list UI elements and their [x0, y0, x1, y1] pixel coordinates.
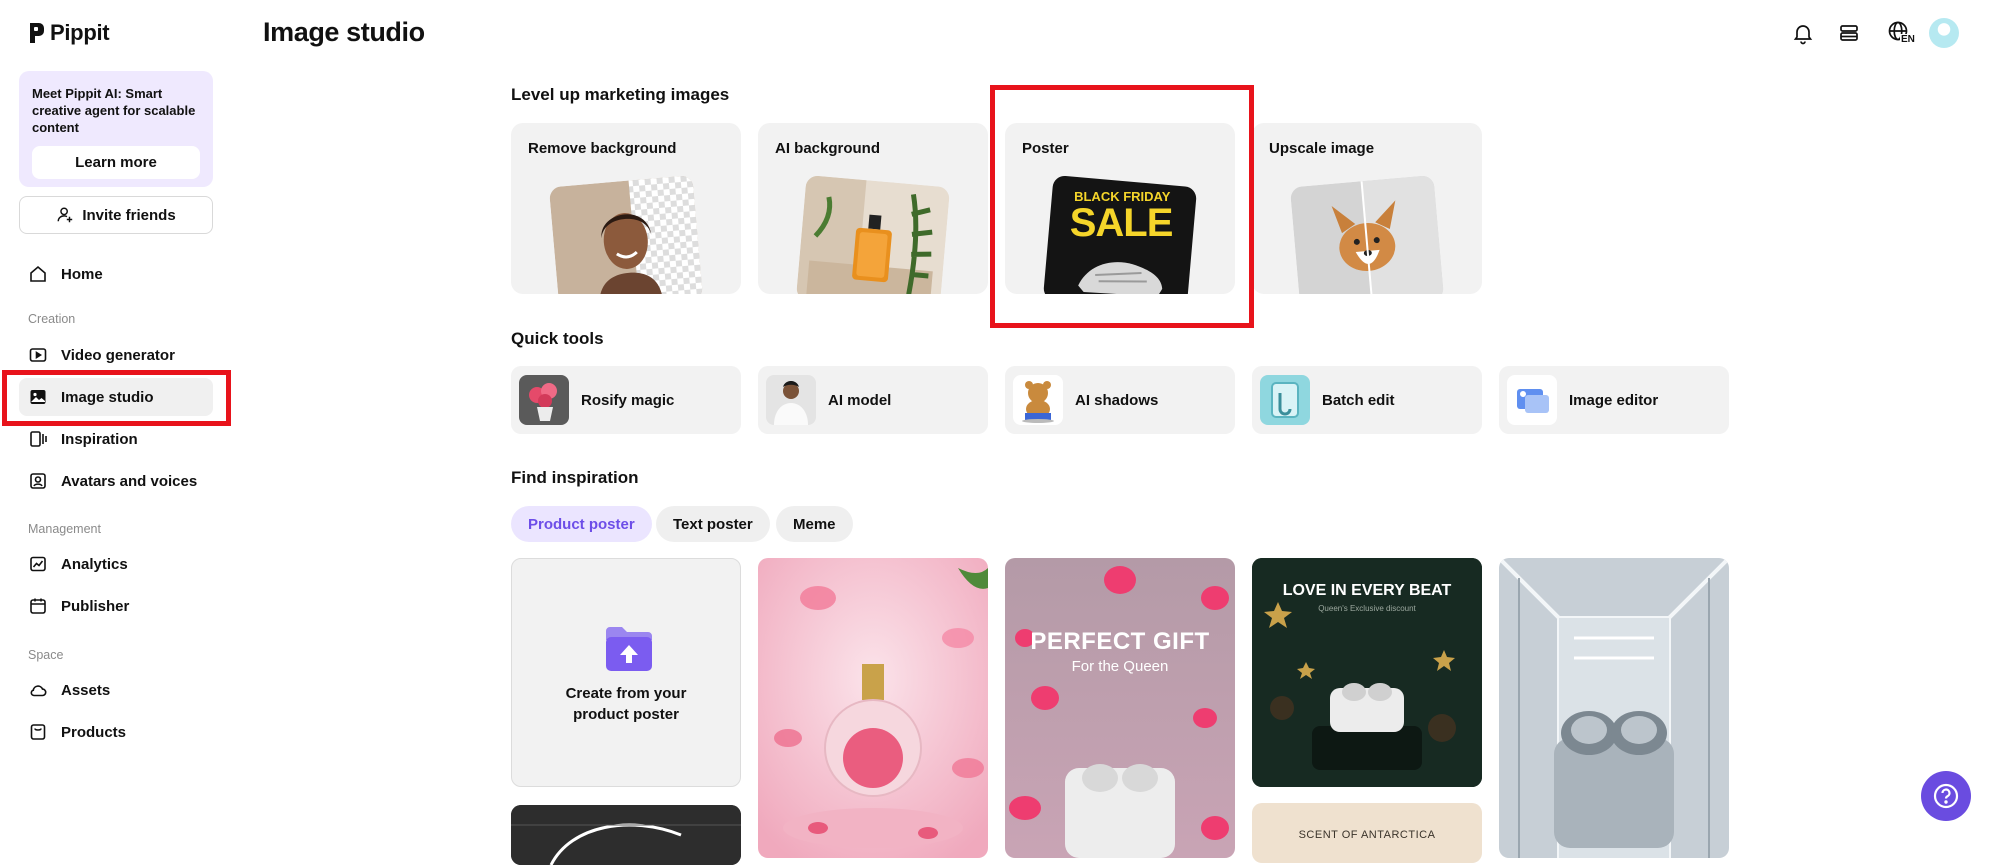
- learn-more-button[interactable]: Learn more: [32, 146, 200, 179]
- card-label: Upscale image: [1269, 140, 1375, 157]
- chip-meme[interactable]: Meme: [776, 506, 853, 542]
- sidebar-item-label: Assets: [61, 681, 111, 699]
- poster-title: PERFECT GIFT: [1030, 628, 1210, 655]
- chip-text-poster[interactable]: Text poster: [656, 506, 770, 542]
- ai-background-thumbnail: [795, 174, 951, 294]
- ai-model-tool[interactable]: AI model: [758, 366, 988, 434]
- poster-title: LOVE IN EVERY BEAT: [1282, 582, 1452, 599]
- credits-button[interactable]: [1834, 18, 1864, 48]
- calendar-icon: [30, 598, 46, 614]
- create-from-product-poster-card[interactable]: Create from your product poster: [511, 558, 741, 787]
- sidebar-item-label: Products: [61, 723, 127, 741]
- ai-shadows-tool[interactable]: AI shadows: [1005, 366, 1235, 434]
- analytics-icon: [30, 556, 46, 572]
- pippit-logo-icon: [30, 23, 44, 43]
- sidebar-item-avatars[interactable]: Avatars and voices: [19, 462, 213, 500]
- section-label-space: Space: [28, 648, 64, 662]
- sidebar-item-label: Avatars and voices: [61, 472, 198, 490]
- section-label-creation: Creation: [28, 312, 76, 326]
- avatar-icon: [30, 473, 46, 489]
- help-button[interactable]: [1921, 771, 1971, 821]
- tool-label: Image editor: [1569, 391, 1659, 409]
- section-title-quick-tools: Quick tools: [511, 329, 604, 348]
- ai-background-card[interactable]: AI background: [758, 123, 988, 294]
- sidebar: Pippit Meet Pippit AI: Smart creative ag…: [0, 0, 235, 847]
- create-card-label: Create from your product poster: [565, 685, 687, 723]
- card-label: AI background: [775, 140, 881, 157]
- poster-subtitle: Queen's Exclusive discount: [1318, 604, 1416, 613]
- inspiration-card-love-beat[interactable]: LOVE IN EVERY BEAT Queen's Exclusive dis…: [1252, 558, 1482, 787]
- upscale-image-thumbnail: [1289, 174, 1445, 294]
- tool-label: Rosify magic: [581, 391, 675, 409]
- upload-folder-icon: [606, 627, 652, 671]
- rosify-magic-tool[interactable]: Rosify magic: [511, 366, 741, 434]
- bell-icon: [1793, 25, 1813, 45]
- card-label: Remove background: [528, 140, 677, 157]
- section-title-level-up: Level up marketing images: [511, 85, 730, 104]
- sidebar-item-home[interactable]: Home: [19, 255, 213, 293]
- sidebar-item-products[interactable]: Products: [19, 713, 213, 751]
- batch-edit-tool[interactable]: Batch edit: [1252, 366, 1482, 434]
- tool-label: Batch edit: [1322, 391, 1395, 409]
- poster-title: SCENT OF ANTARCTICA: [1298, 829, 1436, 841]
- inspiration-icon: [30, 431, 47, 447]
- remove-background-card[interactable]: Remove background: [511, 123, 741, 294]
- image-editor-thumbnail: [1507, 375, 1557, 425]
- batch-edit-thumbnail: [1260, 375, 1310, 425]
- sidebar-item-publisher[interactable]: Publisher: [19, 587, 213, 625]
- logo[interactable]: Pippit: [28, 20, 110, 46]
- sidebar-item-label: Inspiration: [61, 430, 138, 448]
- ai-shadows-thumbnail: [1013, 375, 1063, 425]
- invite-friends-button[interactable]: Invite friends: [19, 196, 213, 234]
- promo-banner: Meet Pippit AI: Smart creative agent for…: [19, 71, 213, 187]
- language-button[interactable]: EN: [1882, 18, 1918, 48]
- invite-friends-label: Invite friends: [82, 206, 176, 224]
- upscale-image-card[interactable]: Upscale image: [1252, 123, 1482, 294]
- remove-background-thumbnail: [548, 174, 704, 294]
- inspiration-card-perfume[interactable]: [758, 558, 988, 858]
- inspiration-card-earbuds[interactable]: [1499, 558, 1729, 858]
- inspiration-card-partial[interactable]: [511, 805, 741, 865]
- sidebar-item-label: Video generator: [61, 346, 175, 364]
- home-icon: [30, 265, 46, 282]
- notification-button[interactable]: [1788, 18, 1818, 48]
- language-badge: EN: [1900, 34, 1916, 45]
- highlight-box: [990, 85, 1254, 328]
- promo-text: Meet Pippit AI: Smart creative agent for…: [32, 86, 196, 135]
- sidebar-item-label: Home: [61, 265, 103, 283]
- chip-product-poster[interactable]: Product poster: [511, 506, 652, 542]
- stack-icon: [1840, 25, 1858, 41]
- page-title: Image studio: [263, 17, 425, 47]
- sidebar-item-label: Analytics: [61, 555, 128, 573]
- rosify-magic-thumbnail: [519, 375, 569, 425]
- user-avatar[interactable]: [1929, 18, 1959, 48]
- sidebar-item-assets[interactable]: Assets: [19, 671, 213, 709]
- sidebar-item-label: Publisher: [61, 597, 130, 615]
- section-label-management: Management: [28, 522, 101, 536]
- highlight-box: [2, 370, 231, 426]
- sidebar-item-analytics[interactable]: Analytics: [19, 545, 213, 583]
- inspiration-card-perfect-gift[interactable]: PERFECT GIFT For the Queen: [1005, 558, 1235, 858]
- section-title-find-inspiration: Find inspiration: [511, 468, 639, 487]
- tool-label: AI model: [828, 391, 892, 409]
- sidebar-item-video-generator[interactable]: Video generator: [19, 336, 213, 374]
- cloud-icon: [30, 685, 47, 697]
- inspiration-card-scent[interactable]: SCENT OF ANTARCTICA: [1252, 803, 1482, 863]
- app-name: Pippit: [50, 20, 110, 45]
- poster-subtitle: For the Queen: [1071, 658, 1169, 675]
- image-editor-tool[interactable]: Image editor: [1499, 366, 1729, 434]
- user-plus-icon: [57, 207, 73, 223]
- video-generator-icon: [29, 348, 47, 362]
- help-icon: [1933, 783, 1959, 809]
- tool-label: AI shadows: [1075, 391, 1159, 409]
- ai-model-thumbnail: [766, 375, 816, 425]
- product-box-icon: [30, 724, 46, 740]
